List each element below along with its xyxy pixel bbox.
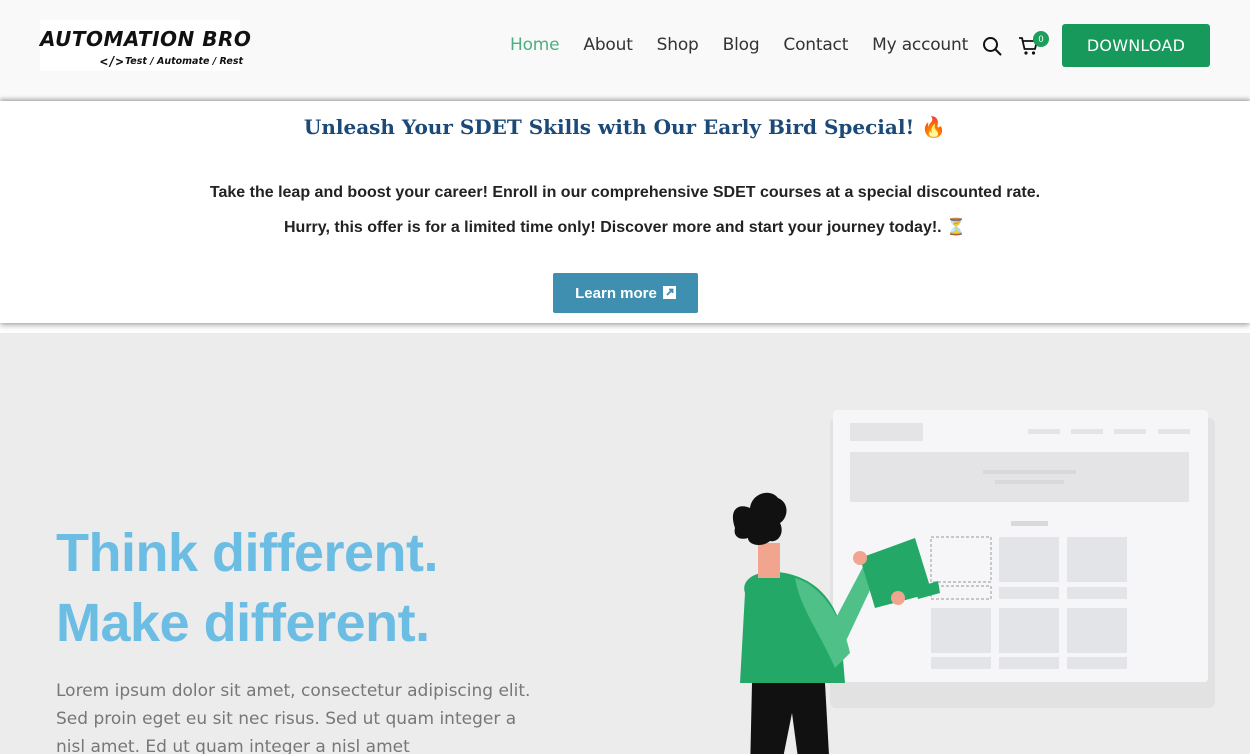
code-icon: </> <box>100 55 124 70</box>
promo-title: Unleash Your SDET Skills with Our Early … <box>303 115 947 139</box>
nav-shop[interactable]: Shop <box>657 35 699 55</box>
promo-text-line2: Hurry, this offer is for a limited time … <box>284 219 966 236</box>
site-logo[interactable]: AUTOMATION BRO </> Test / Automate / Res… <box>40 20 251 71</box>
hero-paragraph: Lorem ipsum dolor sit amet, consectetur … <box>56 681 531 754</box>
site-header: AUTOMATION BRO </> Test / Automate / Res… <box>0 0 1250 101</box>
learn-more-label: Learn more <box>575 284 657 302</box>
nav-my-account[interactable]: My account <box>872 35 968 55</box>
hero-section: Think different. Make different. Lorem i… <box>0 333 1250 754</box>
promo-text-line1: Take the leap and boost your career! Enr… <box>209 184 1041 201</box>
promo-banner: Unleash Your SDET Skills with Our Early … <box>0 101 1250 323</box>
hero-heading-line1: Think different. <box>56 523 439 583</box>
nav-about[interactable]: About <box>583 35 632 55</box>
external-link-icon <box>662 285 676 299</box>
download-button[interactable]: DOWNLOAD <box>1062 24 1210 67</box>
nav-contact[interactable]: Contact <box>783 35 848 55</box>
learn-more-button[interactable]: Learn more <box>553 273 698 313</box>
logo-title: AUTOMATION BRO <box>40 27 252 51</box>
nav-home[interactable]: Home <box>510 35 560 55</box>
hero-heading-line2: Make different. <box>56 593 430 653</box>
search-icon[interactable] <box>982 36 1002 56</box>
cart-count-badge: 0 <box>1033 31 1049 47</box>
main-nav: Home About Shop Blog Contact My account <box>510 35 992 55</box>
nav-blog[interactable]: Blog <box>723 35 760 55</box>
hero-illustration <box>732 410 1215 754</box>
logo-tagline: Test / Automate / Rest <box>125 56 244 67</box>
